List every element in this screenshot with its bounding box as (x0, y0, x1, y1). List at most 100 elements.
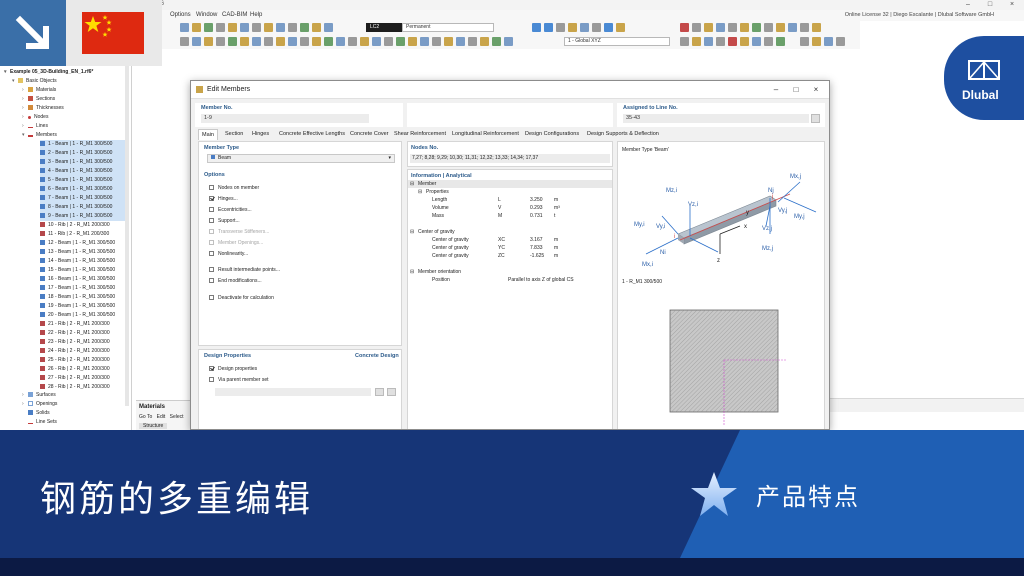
dialog-minimize-button[interactable]: – (769, 84, 783, 96)
toolbar-button[interactable] (192, 23, 201, 32)
nav-folder-surfaces[interactable]: › Surfaces (22, 391, 56, 400)
toolbar-button[interactable] (216, 23, 225, 32)
toolbar-button[interactable] (240, 23, 249, 32)
toolbar-button[interactable] (568, 23, 577, 32)
toolbar-button[interactable] (504, 37, 513, 46)
member-item[interactable]: 7 - Beam | 1 - R_M1 300/500 (40, 194, 128, 203)
nav-project[interactable]: ▾ Example 05_3D-Building_EN_1.rf6* (4, 68, 93, 77)
member-item[interactable]: 21 - Rib | 2 - R_M1 200/300 (40, 320, 128, 329)
minimize-button[interactable]: – (960, 0, 976, 10)
toolbar-button[interactable] (312, 23, 321, 32)
toolbar-button[interactable] (716, 23, 725, 32)
member-item[interactable]: 15 - Beam | 1 - R_M1 300/500 (40, 266, 128, 275)
toolbar-button[interactable] (800, 37, 809, 46)
nav-folder-thicknesses[interactable]: › Thicknesses (22, 104, 64, 113)
toolbar-button[interactable] (432, 37, 441, 46)
member-item[interactable]: 27 - Rib | 2 - R_M1 200/300 (40, 374, 128, 383)
info-member-row[interactable]: ⊟ Member (408, 180, 612, 188)
toolbar-button[interactable] (680, 23, 689, 32)
goto-menu[interactable]: Go To (139, 414, 152, 420)
toolbar-button[interactable] (752, 37, 761, 46)
info-orientation-row[interactable]: ⊟ Member orientation (408, 268, 612, 276)
toolbar-button[interactable] (228, 37, 237, 46)
tab-longitudinal-reinforcement[interactable]: Longitudinal Reinforcement (449, 129, 522, 140)
member-item[interactable]: 5 - Beam | 1 - R_M1 300/500 (40, 176, 128, 185)
nav-folder-members[interactable]: ▾ Members (22, 131, 57, 140)
info-properties-row[interactable]: ⊟ Properties (408, 188, 612, 196)
member-item[interactable]: 13 - Beam | 1 - R_M1 300/500 (40, 248, 128, 257)
toolbar-button[interactable] (216, 37, 225, 46)
toolbar-button[interactable] (192, 37, 201, 46)
loadcase-name-combo[interactable]: Permanent (402, 23, 494, 32)
toolbar-button[interactable] (312, 37, 321, 46)
member-item[interactable]: 10 - Rib | 2 - R_M1 200/300 (40, 221, 128, 230)
member-item[interactable]: 3 - Beam | 1 - R_M1 300/500 (40, 158, 128, 167)
toolbar-button[interactable] (764, 37, 773, 46)
member-item[interactable]: 16 - Beam | 1 - R_M1 300/500 (40, 275, 128, 284)
member-item[interactable]: 2 - Beam | 1 - R_M1 300/500 (40, 149, 128, 158)
member-item[interactable]: 19 - Beam | 1 - R_M1 300/500 (40, 302, 128, 311)
nav-folder-materials[interactable]: › Materials (22, 86, 56, 95)
nav-folder-solids[interactable]: Solids (22, 409, 50, 418)
menu-cad-bim[interactable]: CAD-BIM (222, 12, 247, 18)
member-item[interactable]: 11 - Rib | 2 - R_M1 200/300 (40, 230, 128, 239)
dialog-close-button[interactable]: × (809, 84, 823, 96)
collapse-icon[interactable]: ⊟ (410, 180, 414, 188)
toolbar-button[interactable] (752, 23, 761, 32)
toolbar-button[interactable] (468, 37, 477, 46)
toolbar-button[interactable] (692, 37, 701, 46)
option-eccentricities[interactable]: Eccentricities... (209, 206, 252, 214)
toolbar-button[interactable] (728, 37, 737, 46)
toolbar-button[interactable] (556, 23, 565, 32)
member-item[interactable]: 8 - Beam | 1 - R_M1 300/500 (40, 203, 128, 212)
toolbar-button[interactable] (492, 37, 501, 46)
coordinate-system-combo[interactable]: 1 - Global XYZ (564, 37, 670, 46)
checkbox-checked[interactable] (209, 366, 214, 371)
toolbar-button[interactable] (252, 23, 261, 32)
toolbar-button[interactable] (680, 37, 689, 46)
toolbar-button[interactable] (264, 37, 273, 46)
toolbar-button[interactable] (336, 37, 345, 46)
toolbar-button[interactable] (580, 23, 589, 32)
toolbar-button[interactable] (228, 23, 237, 32)
nav-folder-lines[interactable]: › Lines (22, 122, 48, 131)
info-cog-row[interactable]: ⊟ Center of gravity (408, 228, 612, 236)
toolbar-button[interactable] (264, 23, 273, 32)
collapse-icon[interactable]: ⊟ (418, 188, 422, 196)
toolbar-button[interactable] (420, 37, 429, 46)
menu-help[interactable]: Help (250, 12, 262, 18)
option-result-intermediate-points[interactable]: Result intermediate points... (209, 266, 280, 274)
toolbar-button[interactable] (384, 37, 393, 46)
close-button[interactable]: × (1004, 0, 1020, 10)
checkbox[interactable] (209, 185, 214, 190)
collapse-icon[interactable]: ⊟ (410, 228, 414, 236)
toolbar-button[interactable] (776, 23, 785, 32)
option-support[interactable]: Support... (209, 217, 240, 225)
member-item[interactable]: 26 - Rib | 2 - R_M1 200/300 (40, 365, 128, 374)
toolbar-button[interactable] (240, 37, 249, 46)
option-end-modifications[interactable]: End modifications... (209, 277, 262, 285)
toolbar-button[interactable] (300, 37, 309, 46)
toolbar-button[interactable] (288, 23, 297, 32)
member-item[interactable]: 24 - Rib | 2 - R_M1 200/300 (40, 347, 128, 356)
checkbox[interactable] (209, 377, 214, 382)
toolbar-button[interactable] (532, 23, 541, 32)
toolbar-button[interactable] (288, 37, 297, 46)
toolbar-button[interactable] (616, 23, 625, 32)
checkbox-checked[interactable] (209, 196, 214, 201)
toolbar-button[interactable] (740, 23, 749, 32)
tab-design-supports-deflection[interactable]: Design Supports & Deflection (584, 129, 662, 140)
toolbar-button[interactable] (276, 37, 285, 46)
toolbar-button[interactable] (544, 23, 553, 32)
nav-folder-nodes[interactable]: › Nodes (22, 113, 48, 122)
member-item[interactable]: 1 - Beam | 1 - R_M1 300/500 (40, 140, 128, 149)
checkbox[interactable] (209, 278, 214, 283)
edit-icon[interactable] (387, 388, 396, 396)
toolbar-button[interactable] (300, 23, 309, 32)
toolbar-button[interactable] (444, 37, 453, 46)
toolbar-button[interactable] (704, 37, 713, 46)
collapse-icon[interactable]: ⊟ (410, 268, 414, 276)
toolbar-button[interactable] (704, 23, 713, 32)
checkbox[interactable] (209, 251, 214, 256)
toolbar-button[interactable] (812, 23, 821, 32)
